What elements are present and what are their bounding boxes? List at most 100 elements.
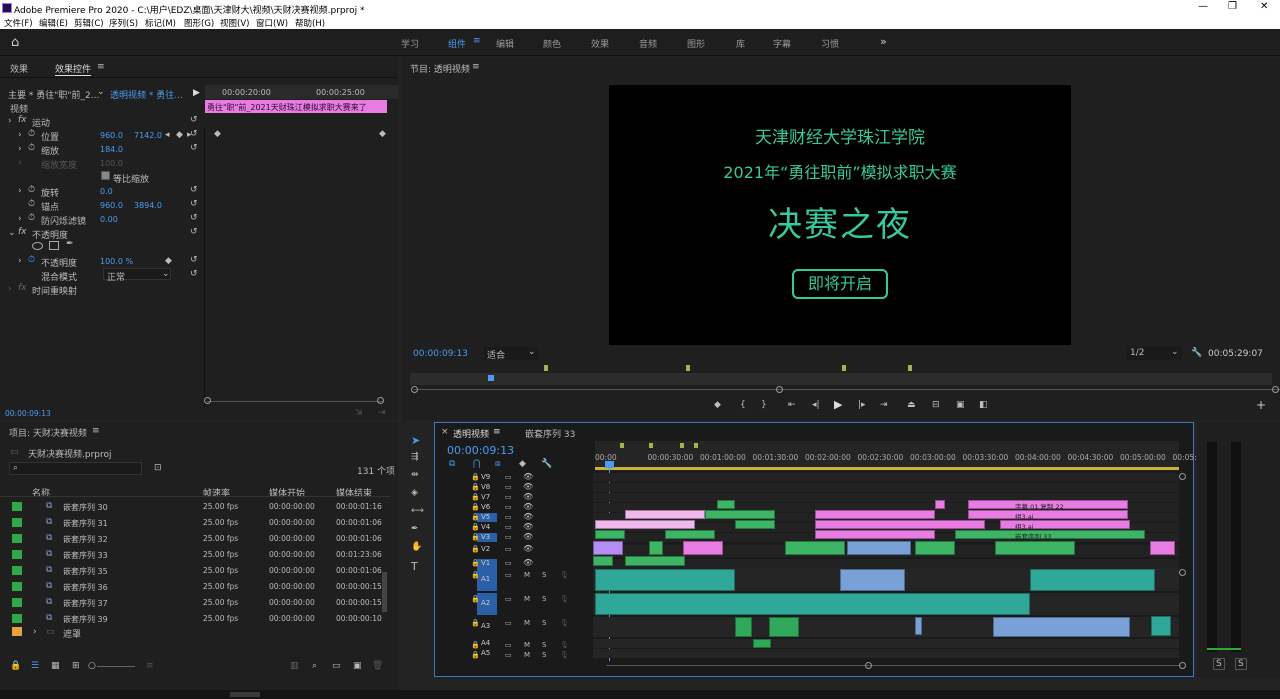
ws-assembly[interactable]: 组件	[448, 37, 466, 50]
position-y[interactable]: 7142.0	[134, 131, 162, 140]
clip[interactable]	[915, 541, 955, 555]
lock-icon[interactable]: 🔒	[471, 523, 480, 531]
sync-lock-icon[interactable]: ▭	[505, 571, 512, 579]
minimize-icon[interactable]: —	[1198, 1, 1208, 12]
eye-icon[interactable]: 👁	[523, 482, 533, 491]
wrench-icon[interactable]: 🔧	[541, 459, 552, 469]
solo-button[interactable]: S	[542, 595, 546, 603]
menu-graphics[interactable]: 图形(G)	[184, 17, 214, 29]
panel-menu-icon[interactable]: ≡	[92, 426, 100, 436]
icon-view-icon[interactable]: ▦	[51, 661, 60, 671]
list-item[interactable]	[0, 500, 380, 515]
solo-button[interactable]: S	[542, 571, 546, 579]
list-item[interactable]	[0, 516, 380, 531]
panel-menu-icon[interactable]: ≡	[472, 62, 480, 72]
tab-effect-controls[interactable]: 效果控件	[55, 62, 92, 76]
lock-icon[interactable]: 🔒	[471, 595, 480, 603]
program-timecode[interactable]: 00:00:09:13	[413, 349, 468, 359]
prev-keyframe-icon[interactable]: ◂	[165, 130, 170, 140]
fit-select[interactable]: 适合 ⌄	[484, 347, 539, 361]
snap-icon[interactable]: ⋂	[473, 459, 480, 469]
clip[interactable]	[705, 510, 775, 519]
add-keyframe-icon[interactable]: ◆	[165, 256, 172, 266]
solo-button[interactable]: S	[542, 651, 546, 659]
clip[interactable]	[815, 530, 935, 539]
clip[interactable]	[968, 510, 1128, 519]
reset-icon[interactable]: ↺	[190, 185, 198, 195]
track-lane[interactable]	[593, 639, 1179, 648]
ws-custom[interactable]: 习惯	[821, 37, 839, 50]
scroll-handle[interactable]	[865, 662, 872, 669]
zoom-scrollbar[interactable]	[207, 401, 383, 402]
sync-lock-icon[interactable]: ▭	[505, 523, 512, 531]
expand-icon[interactable]: ›	[18, 214, 22, 224]
scroll-handle[interactable]	[1272, 386, 1279, 393]
wrench-icon[interactable]: 🔧	[1191, 348, 1202, 358]
list-item[interactable]	[0, 612, 380, 627]
clip[interactable]	[815, 510, 935, 519]
clip[interactable]	[935, 500, 945, 509]
eye-icon[interactable]: 👁	[523, 492, 533, 501]
hand-tool-icon[interactable]: ✋	[411, 542, 422, 552]
lock-icon[interactable]: 🔒	[471, 513, 480, 521]
solo-button[interactable]: S	[542, 641, 546, 649]
add-marker-icon[interactable]: ◆	[519, 459, 526, 469]
slip-tool-icon[interactable]: ⟷	[411, 506, 424, 516]
step-back-icon[interactable]: ◂|	[812, 400, 820, 410]
new-bin-icon[interactable]: ▭	[332, 661, 341, 671]
sync-lock-icon[interactable]: ▭	[505, 513, 512, 521]
mute-button[interactable]: M	[524, 619, 530, 627]
eye-icon[interactable]: 👁	[523, 544, 533, 553]
menu-clip[interactable]: 剪辑(C)	[74, 17, 104, 29]
expand-icon[interactable]: ›	[18, 144, 22, 154]
reset-icon[interactable]: ↺	[190, 129, 198, 139]
stopwatch-icon[interactable]: ⏱	[28, 255, 35, 265]
timeline-scrollbar[interactable]	[606, 665, 1181, 666]
anchor-x[interactable]: 960.0	[100, 201, 123, 210]
marker-icon[interactable]	[649, 443, 653, 448]
new-item-icon[interactable]: ▣	[353, 661, 362, 671]
mic-icon[interactable]: 🎙	[560, 619, 569, 627]
opacity-value[interactable]: 100.0 %	[100, 257, 133, 266]
sync-lock-icon[interactable]: ▭	[505, 641, 512, 649]
lock-icon[interactable]: 🔒	[471, 651, 480, 659]
zoom-slider[interactable]	[97, 666, 135, 667]
solo-right-button[interactable]: S	[1235, 658, 1247, 670]
list-item[interactable]	[0, 548, 380, 563]
expand-icon[interactable]: ›	[18, 130, 22, 140]
reset-icon[interactable]: ↺	[190, 115, 198, 125]
sync-lock-icon[interactable]: ▭	[505, 493, 512, 501]
sync-lock-icon[interactable]: ▭	[505, 651, 512, 659]
clip[interactable]	[683, 541, 723, 555]
mute-button[interactable]: M	[524, 641, 530, 649]
antiflicker-value[interactable]: 0.00	[100, 215, 118, 224]
clip[interactable]	[625, 510, 705, 519]
clip[interactable]	[595, 530, 625, 539]
col-media-start[interactable]: 媒体开始	[269, 486, 305, 499]
export-icon[interactable]: ⇥	[378, 408, 386, 418]
mic-icon[interactable]: 🎙	[560, 571, 569, 579]
expand-icon[interactable]: ›	[33, 627, 37, 637]
nest-icon[interactable]: ⧉	[449, 459, 455, 469]
marker-icon[interactable]	[544, 365, 548, 371]
tab-nested-sequence[interactable]: 嵌套序列 33	[525, 427, 575, 440]
clip[interactable]	[753, 639, 771, 648]
clip[interactable]	[595, 569, 735, 591]
eye-icon[interactable]: 👁	[523, 522, 533, 531]
clip[interactable]	[815, 520, 985, 529]
list-item[interactable]	[0, 596, 380, 611]
keyframe-icon[interactable]: ◆	[379, 129, 386, 139]
rect-mask-icon[interactable]	[49, 241, 59, 250]
ws-graphics[interactable]: 图形	[687, 37, 705, 50]
close-icon[interactable]: ×	[441, 427, 449, 437]
sort-icon[interactable]: ≡	[146, 661, 154, 671]
clip[interactable]	[840, 569, 905, 591]
lock-icon[interactable]: 🔒	[471, 483, 480, 491]
clip[interactable]	[665, 530, 715, 539]
track-lane[interactable]	[593, 473, 1179, 482]
more-workspaces-icon[interactable]: »	[880, 35, 887, 48]
marker-icon[interactable]	[908, 365, 912, 371]
menu-file[interactable]: 文件(F)	[4, 17, 33, 29]
sync-lock-icon[interactable]: ▭	[505, 483, 512, 491]
scroll-handle[interactable]	[776, 386, 783, 393]
